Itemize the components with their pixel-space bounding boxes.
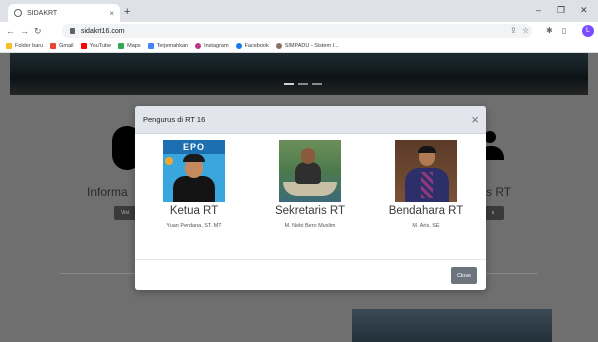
browser-tabstrip: SIDAKRT × + – ❐ ✕ — [0, 0, 598, 22]
member-sekretaris: Sekretaris RT M. Nebi Bero Muslim — [255, 140, 365, 229]
folder-icon — [6, 43, 12, 49]
bookmark-maps[interactable]: Maps — [118, 43, 141, 49]
facebook-icon — [235, 43, 242, 49]
bookmark-simpadu[interactable]: SIMPADU - Sistem I... — [275, 43, 339, 49]
modal-title: Pengurus di RT 16 — [143, 115, 206, 124]
bookmark-facebook[interactable]: Facebook — [235, 43, 269, 49]
close-window-button[interactable]: ✕ — [580, 4, 588, 16]
bookmark-gmail[interactable]: Gmail — [50, 43, 74, 49]
pengurus-modal: Pengurus di RT 16 × EPO Ketua RT Yuan Pe… — [135, 106, 486, 290]
member-role: Sekretaris RT — [274, 205, 346, 217]
browser-tab[interactable]: SIDAKRT × — [8, 4, 120, 22]
hero-carousel — [10, 53, 588, 95]
member-name: M. Nebi Bero Muslim — [284, 223, 336, 229]
translate-icon — [147, 43, 154, 49]
forward-icon[interactable]: → — [20, 25, 29, 37]
sekretaris-photo — [279, 140, 341, 202]
rt-heading: s RT — [486, 185, 512, 199]
photo-banner: EPO — [163, 140, 225, 154]
close-button[interactable]: Close — [451, 267, 477, 284]
reload-icon[interactable]: ↻ — [34, 25, 42, 37]
site-favicon-icon — [14, 9, 22, 17]
browser-toolbar: ← → ↻ sidakrt16.com ⇪ ☆ ✱ ▯ L — [0, 22, 598, 40]
close-icon[interactable]: × — [471, 113, 479, 126]
carousel-indicator[interactable] — [312, 83, 322, 85]
address-bar[interactable]: sidakrt16.com — [62, 24, 532, 38]
bendahara-photo — [395, 140, 457, 202]
url-text: sidakrt16.com — [81, 27, 125, 35]
member-name: Yuan Perdana, ST. MT — [166, 223, 222, 229]
modal-header: Pengurus di RT 16 × — [135, 106, 486, 134]
profile-avatar[interactable]: L — [582, 25, 594, 37]
info-heading: Informa — [87, 185, 128, 199]
bottom-image — [352, 309, 552, 342]
instagram-icon — [195, 43, 202, 49]
bookmark-folder-baru[interactable]: Folder baru — [6, 43, 43, 49]
bookmark-star-icon[interactable]: ☆ — [522, 26, 529, 36]
bookmark-terjemahkan[interactable]: Terjemahkan — [147, 43, 188, 49]
tab-title: SIDAKRT — [27, 9, 58, 17]
bookmark-youtube[interactable]: YouTube — [80, 43, 111, 49]
new-tab-button[interactable]: + — [124, 5, 130, 19]
bookmark-instagram[interactable]: Instagram — [195, 43, 229, 49]
share-icon[interactable]: ⇪ — [510, 26, 517, 36]
modal-footer: Close — [135, 259, 486, 290]
member-name: M. Aris, SE — [412, 223, 440, 229]
side-panel-icon[interactable]: ▯ — [562, 26, 566, 36]
back-icon[interactable]: ← — [6, 25, 15, 37]
carousel-indicator[interactable] — [298, 83, 308, 85]
carousel-indicator[interactable] — [284, 83, 294, 85]
gmail-icon — [50, 43, 57, 49]
restore-button[interactable]: ❐ — [557, 4, 565, 16]
simpadu-icon — [275, 43, 282, 49]
ketua-photo: EPO — [163, 140, 225, 202]
member-role: Ketua RT — [169, 205, 219, 217]
lock-icon — [70, 28, 75, 34]
member-role: Bendahara RT — [388, 205, 464, 217]
visi-button[interactable]: Visi — [114, 206, 136, 220]
youtube-icon — [80, 43, 87, 49]
extensions-icon[interactable]: ✱ — [546, 26, 553, 36]
member-ketua: EPO Ketua RT Yuan Perdana, ST. MT — [139, 140, 249, 229]
bookmarks-bar: Folder baru Gmail YouTube Maps Terjemahk… — [0, 40, 598, 53]
member-bendahara: Bendahara RT M. Aris, SE — [371, 140, 481, 229]
tab-close-icon[interactable]: × — [109, 9, 114, 18]
minimize-button[interactable]: – — [536, 4, 541, 16]
maps-icon — [118, 43, 125, 49]
